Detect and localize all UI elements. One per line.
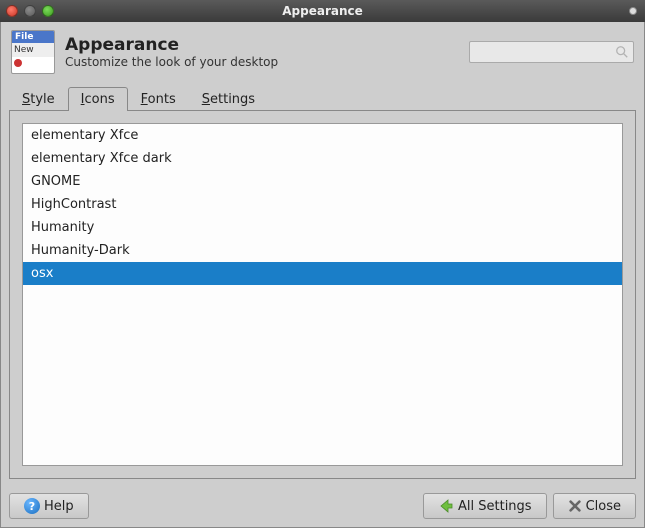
appearance-icon: File New xyxy=(11,30,55,74)
list-item[interactable]: elementary Xfce dark xyxy=(23,147,622,170)
back-arrow-icon xyxy=(438,498,454,514)
list-item[interactable]: GNOME xyxy=(23,170,622,193)
search-icon xyxy=(615,45,629,59)
window-body: File New Appearance Customize the look o… xyxy=(0,22,645,528)
help-label: Help xyxy=(44,499,74,514)
close-window-button[interactable] xyxy=(6,5,18,17)
close-icon xyxy=(568,499,582,513)
tab-icons[interactable]: Icons xyxy=(68,87,128,111)
list-item[interactable]: Humanity-Dark xyxy=(23,239,622,262)
close-button[interactable]: Close xyxy=(553,493,636,519)
window-title: Appearance xyxy=(282,4,363,18)
list-item[interactable]: elementary Xfce xyxy=(23,124,622,147)
help-button[interactable]: ? Help xyxy=(9,493,89,519)
page-title: Appearance xyxy=(65,35,278,55)
titlebar: Appearance xyxy=(0,0,645,22)
maximize-window-button[interactable] xyxy=(42,5,54,17)
tab-style[interactable]: Style xyxy=(9,87,68,111)
icon-label-mid: New xyxy=(12,43,54,57)
icon-dot xyxy=(14,59,22,67)
close-label: Close xyxy=(586,499,621,514)
all-settings-label: All Settings xyxy=(458,499,532,514)
help-icon: ? xyxy=(24,498,40,514)
list-item[interactable]: Humanity xyxy=(23,216,622,239)
tab-settings[interactable]: Settings xyxy=(189,87,268,111)
spacer xyxy=(95,493,417,519)
icon-label-top: File xyxy=(12,31,54,43)
list-item[interactable]: osx xyxy=(23,262,622,285)
all-settings-button[interactable]: All Settings xyxy=(423,493,547,519)
tab-bar: StyleIconsFontsSettings xyxy=(1,86,644,110)
search-input[interactable] xyxy=(469,41,634,63)
window-controls xyxy=(6,5,54,17)
page-subtitle: Customize the look of your desktop xyxy=(65,55,278,69)
tab-content: elementary Xfceelementary Xfce darkGNOME… xyxy=(9,110,636,479)
list-item[interactable]: HighContrast xyxy=(23,193,622,216)
header: File New Appearance Customize the look o… xyxy=(1,22,644,82)
minimize-window-button[interactable] xyxy=(24,5,36,17)
tab-fonts[interactable]: Fonts xyxy=(128,87,189,111)
icon-theme-list[interactable]: elementary Xfceelementary Xfce darkGNOME… xyxy=(22,123,623,466)
header-text: Appearance Customize the look of your de… xyxy=(65,35,278,69)
window-menu-button[interactable] xyxy=(629,7,637,15)
footer: ? Help All Settings Close xyxy=(1,487,644,527)
